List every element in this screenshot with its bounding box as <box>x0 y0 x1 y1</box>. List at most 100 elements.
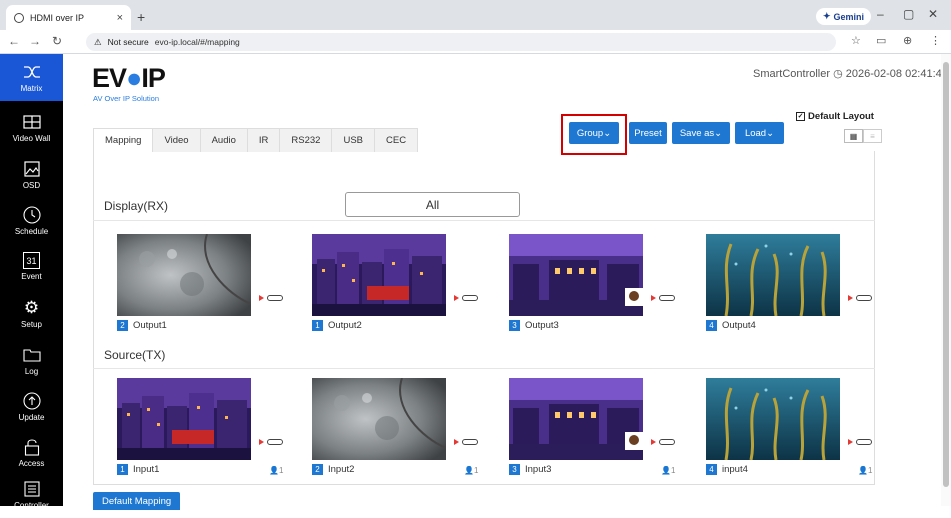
tab-video[interactable]: Video <box>152 128 201 152</box>
forward-icon[interactable]: → <box>29 34 41 48</box>
sidebar-item-video-wall[interactable]: Video Wall <box>0 104 63 151</box>
sidebar-item-controller[interactable]: Controller <box>0 471 63 518</box>
list-view-icon[interactable]: ≡ <box>863 129 882 143</box>
menu-icon[interactable]: ⋮ <box>930 34 941 47</box>
hdmi-port-icon <box>651 439 675 445</box>
device-id-badge: 2 <box>117 320 128 331</box>
display-card-output4[interactable]: 4 Output4 <box>706 234 891 334</box>
source-card-input2[interactable]: 2 Input2 👤1 <box>312 378 497 478</box>
new-tab-button[interactable]: + <box>137 9 145 25</box>
device-name: Input2 <box>328 464 355 475</box>
device-id-badge: 1 <box>117 464 128 475</box>
tab-usb[interactable]: USB <box>331 128 376 152</box>
highlight-box <box>561 114 627 155</box>
gemini-button[interactable]: ✦ Gemini <box>816 8 872 25</box>
sidebar-item-access[interactable]: Access <box>0 429 63 476</box>
device-id-badge: 4 <box>706 464 717 475</box>
device-id-badge: 3 <box>509 320 520 331</box>
view-toggle: ▦ ≡ <box>844 129 882 143</box>
maximize-icon[interactable]: ▢ <box>903 7 914 21</box>
sidebar-item-label: Access <box>18 458 45 468</box>
hdmi-port-icon <box>651 295 675 301</box>
clock-icon: ◷ <box>833 68 846 80</box>
hdmi-port-icon <box>848 295 872 301</box>
user-icon: 👤 <box>858 466 868 475</box>
display-card-output1[interactable]: 2 Output1 <box>117 234 302 334</box>
sidebar-item-label: Log <box>24 366 39 376</box>
sidebar-item-schedule[interactable]: Schedule <box>0 197 63 244</box>
sidebar-item-label: Event <box>21 272 42 281</box>
hdmi-port-icon <box>848 439 872 445</box>
main-content: EV●IP AV Over IP Solution SmartControlle… <box>63 54 948 510</box>
sidebar: Matrix Video Wall OSD Schedule 31 Event … <box>0 54 63 510</box>
upload-icon <box>22 391 41 410</box>
display-card-output3[interactable]: 3 Output3 <box>509 234 694 334</box>
user-count: 👤1 <box>464 466 479 475</box>
scrollbar[interactable] <box>941 54 951 506</box>
device-id-badge: 4 <box>706 320 717 331</box>
device-name: Output1 <box>133 320 167 331</box>
url-bar[interactable]: ⚠ Not secure evo-ip.local/#/mapping <box>86 33 836 51</box>
default-layout-checkbox[interactable]: ✓ Default Layout <box>796 111 874 122</box>
default-layout-label: Default Layout <box>808 111 874 122</box>
source-card-input3[interactable]: 3 Input3 👤1 <box>509 378 694 478</box>
tab-mapping[interactable]: Mapping <box>93 128 154 152</box>
star-icon[interactable]: ☆ <box>851 34 861 47</box>
warning-icon: ⚠ <box>94 36 102 47</box>
logo: EV●IP <box>92 63 166 93</box>
video-thumbnail <box>706 234 840 316</box>
user-count: 👤1 <box>858 466 873 475</box>
sidebar-item-event[interactable]: 31 Event <box>0 243 63 290</box>
tab-audio[interactable]: Audio <box>199 128 248 152</box>
controller-name: SmartController <box>753 68 831 80</box>
close-window-icon[interactable]: ✕ <box>928 7 938 21</box>
security-label: Not secure <box>107 37 149 47</box>
source-title: Source(TX) <box>104 348 166 362</box>
hdmi-port-icon <box>454 439 478 445</box>
source-card-input1[interactable]: 1 Input1 👤1 <box>117 378 302 478</box>
preset-button[interactable]: Preset <box>629 122 667 144</box>
calendar-icon: 31 <box>23 252 40 269</box>
minimize-icon[interactable]: – <box>877 7 884 21</box>
sidebar-item-matrix[interactable]: Matrix <box>0 54 63 101</box>
video-wall-icon <box>22 113 41 131</box>
video-thumbnail <box>312 234 446 316</box>
controller-icon <box>23 480 41 498</box>
video-thumbnail <box>312 378 446 460</box>
close-tab-icon[interactable]: × <box>117 12 123 24</box>
checkbox-icon: ✓ <box>796 112 805 121</box>
user-icon: 👤 <box>661 466 671 475</box>
source-card-input4[interactable]: 4 input4 👤1 <box>706 378 891 478</box>
address-bar-row: ← → ↻ ⚠ Not secure evo-ip.local/#/mappin… <box>0 30 951 54</box>
chevron-down-icon: ⌄ <box>714 127 723 139</box>
clock-icon <box>22 205 41 224</box>
tab-rs232[interactable]: RS232 <box>279 128 333 152</box>
sidebar-item-update[interactable]: Update <box>0 383 63 430</box>
sidebar-item-label: Matrix <box>20 83 43 93</box>
sidebar-item-label: Setup <box>21 319 42 329</box>
sidebar-item-log[interactable]: Log <box>0 337 63 384</box>
extension-icon[interactable]: ⊕ <box>903 34 912 47</box>
tab-bar: Mapping Video Audio IR RS232 USB CEC <box>93 128 419 152</box>
sidebar-item-osd[interactable]: OSD <box>0 151 63 198</box>
reload-icon[interactable]: ↻ <box>52 34 62 48</box>
video-thumbnail <box>117 378 251 460</box>
sidebar-item-setup[interactable]: ⚙ Setup <box>0 290 63 337</box>
tab-cec[interactable]: CEC <box>374 128 419 152</box>
display-card-output2[interactable]: 1 Output2 <box>312 234 497 334</box>
grid-view-icon[interactable]: ▦ <box>844 129 863 143</box>
hdmi-port-icon <box>259 295 283 301</box>
display-filter-select[interactable]: All <box>345 192 520 217</box>
device-id-badge: 1 <box>312 320 323 331</box>
back-icon[interactable]: ← <box>8 34 20 48</box>
gear-icon: ⚙ <box>23 297 40 317</box>
browser-tab-title: HDMI over IP <box>30 12 85 23</box>
cast-icon[interactable]: ▭ <box>876 34 886 47</box>
tab-ir[interactable]: IR <box>246 128 281 152</box>
load-button[interactable]: Load ⌄ <box>735 122 784 144</box>
hdmi-port-icon <box>259 439 283 445</box>
user-count: 👤1 <box>269 466 284 475</box>
browser-tab[interactable]: HDMI over IP × <box>6 5 131 30</box>
save-as-button[interactable]: Save as ⌄ <box>672 122 730 144</box>
default-mapping-button[interactable]: Default Mapping <box>93 492 181 510</box>
